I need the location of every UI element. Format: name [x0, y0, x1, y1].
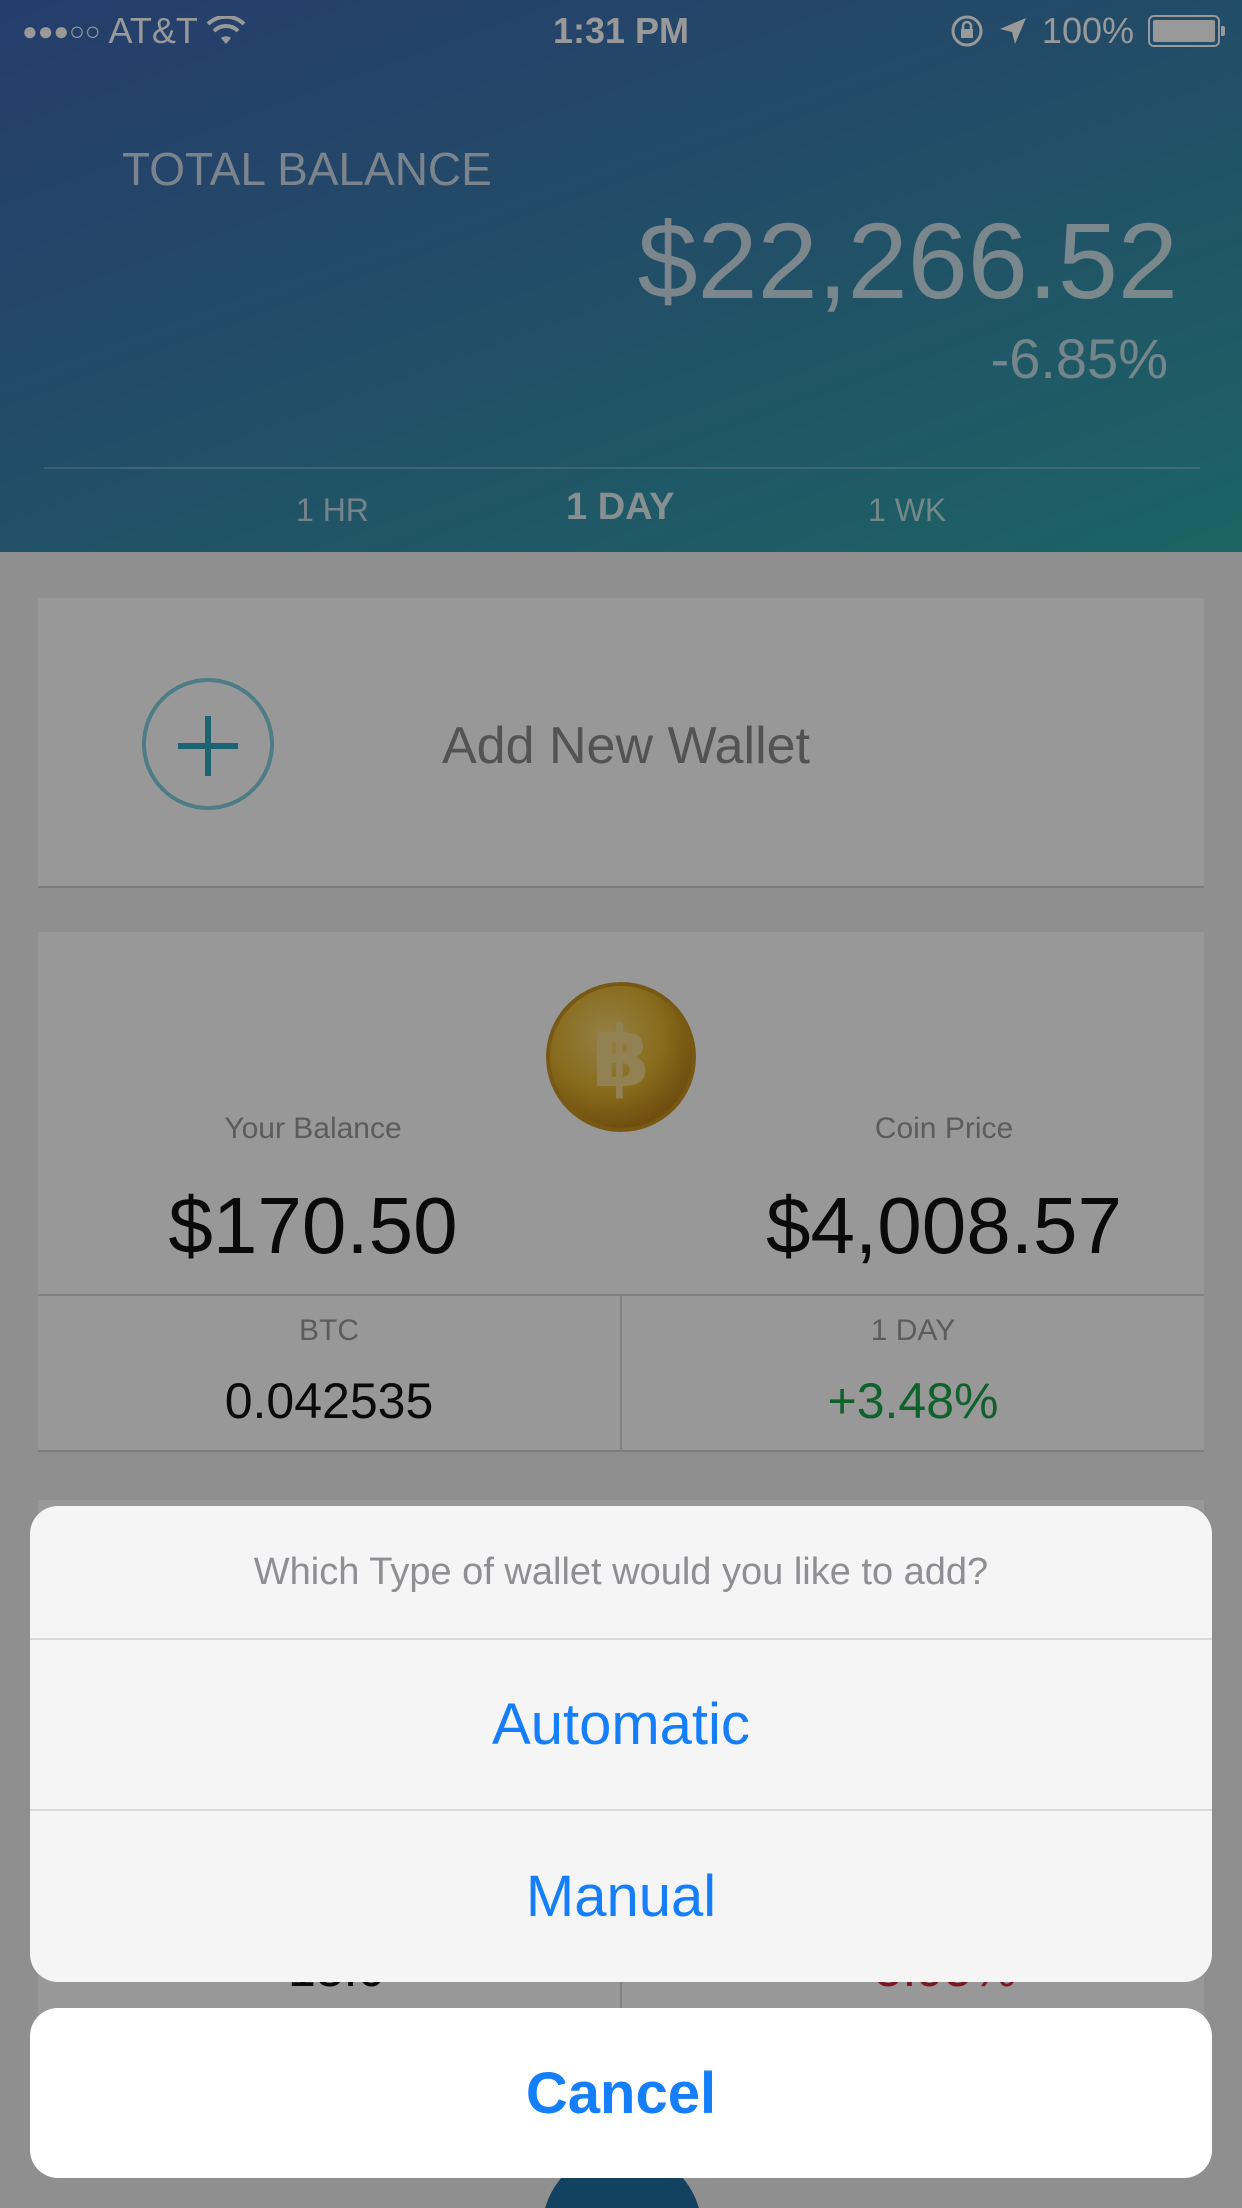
- manual-option-button[interactable]: Manual: [30, 1811, 1212, 1982]
- action-sheet: Which Type of wallet would you like to a…: [30, 1506, 1212, 1982]
- cancel-button[interactable]: Cancel: [30, 2008, 1212, 2178]
- automatic-option-button[interactable]: Automatic: [30, 1640, 1212, 1811]
- action-sheet-title: Which Type of wallet would you like to a…: [30, 1506, 1212, 1640]
